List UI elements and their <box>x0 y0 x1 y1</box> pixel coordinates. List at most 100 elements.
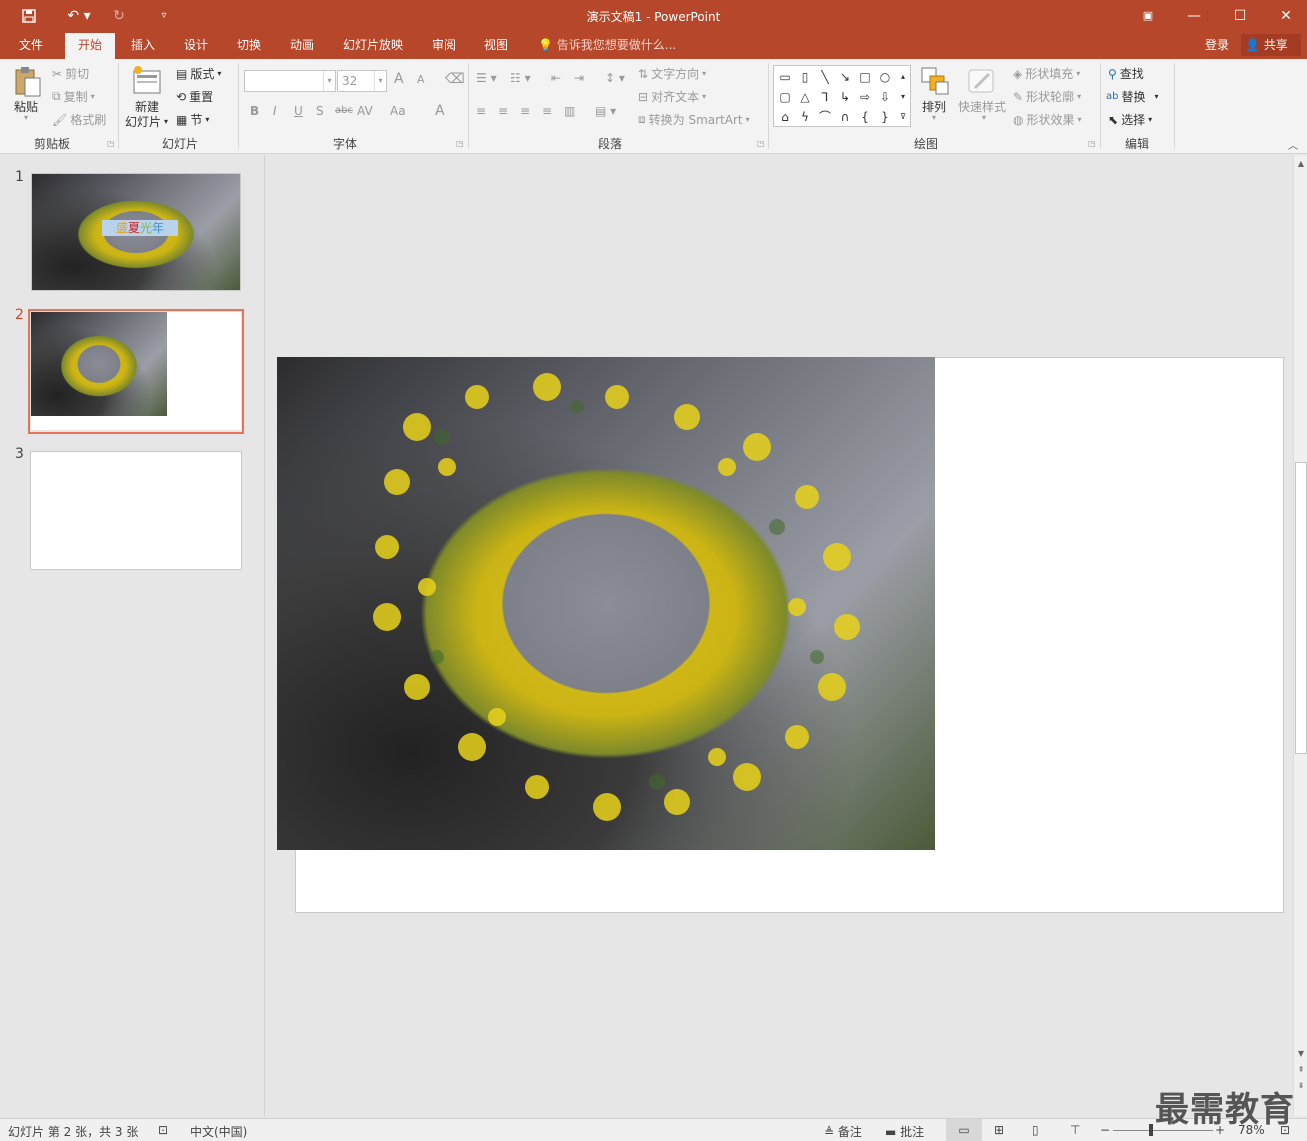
bold-button[interactable]: B <box>250 104 259 118</box>
reset-button[interactable]: ⟲ 重置 <box>176 88 213 105</box>
clipboard-launcher-icon[interactable]: ◳ <box>107 139 115 148</box>
numbering-icon[interactable]: ☷ ▾ <box>510 71 531 85</box>
slide-thumbnail-1[interactable]: 盛夏光年 <box>31 173 241 291</box>
reading-view-icon[interactable]: ▯ <box>1032 1123 1039 1137</box>
find-button[interactable]: ⚲ 查找 <box>1108 65 1144 82</box>
tab-review[interactable]: 审阅 <box>422 31 466 59</box>
increase-indent-icon[interactable]: ⇥ <box>574 71 584 85</box>
shapes-gallery[interactable]: ▭ ▯ ╲ ↘ □ ○ ▢ △ ⅂ ↳ ⇨ ⇩ ⌂ ϟ ⌒ ∩ { } ▴ ▾ … <box>773 65 911 127</box>
right-brace-shape-icon[interactable]: } <box>876 108 894 126</box>
rounded-rectangle-shape-icon[interactable]: ▢ <box>776 88 794 106</box>
chevron-down-icon[interactable]: ▾ <box>374 71 386 91</box>
tab-animations[interactable]: 动画 <box>280 31 324 59</box>
new-slide-icon[interactable] <box>132 65 162 97</box>
quick-styles-dropdown-icon[interactable]: ▾ <box>982 113 986 122</box>
cut-button[interactable]: ✂ 剪切 <box>52 65 89 82</box>
align-right-icon[interactable]: ≡ <box>520 104 530 118</box>
format-painter-button[interactable]: 🖌 格式刷 <box>52 111 106 128</box>
zoom-slider-knob[interactable] <box>1149 1124 1153 1136</box>
slide-image[interactable] <box>277 357 935 850</box>
normal-view-icon[interactable]: ▭ <box>946 1119 982 1141</box>
underline-button[interactable]: U <box>294 104 303 118</box>
triangle-shape-icon[interactable]: △ <box>796 88 814 106</box>
drawing-launcher-icon[interactable]: ◳ <box>1088 139 1096 148</box>
shape-outline-button[interactable]: ✎ 形状轮廓 ▾ <box>1013 88 1081 105</box>
layout-button[interactable]: ▤ 版式 ▾ <box>176 65 221 82</box>
scroll-down-icon[interactable]: ▼ <box>1294 1047 1307 1061</box>
italic-button[interactable]: I <box>273 104 277 118</box>
vertical-scrollbar[interactable]: ▲ ▼ ⇞ ⇟ <box>1293 155 1307 1116</box>
elbow-connector-shape-icon[interactable]: ⅂ <box>816 88 834 106</box>
shape-fill-button[interactable]: ◈ 形状填充 ▾ <box>1013 65 1080 82</box>
tell-me-search[interactable]: 💡 告诉我您想要做什么... <box>538 31 676 59</box>
bullets-icon[interactable]: ☰ ▾ <box>476 71 497 85</box>
align-center-icon[interactable]: ≡ <box>498 104 508 118</box>
line-shape-icon[interactable]: ╲ <box>816 68 834 86</box>
columns-icon[interactable]: ▤ ▾ <box>595 104 616 118</box>
freeform-shape-icon[interactable]: ⌂ <box>776 108 794 126</box>
replace-button[interactable]: ab 替换 ▾ <box>1106 88 1159 105</box>
arrange-icon[interactable] <box>920 66 950 98</box>
slide-thumbnail-3[interactable] <box>30 451 242 570</box>
scribble-shape-icon[interactable]: ϟ <box>796 108 814 126</box>
vertical-textbox-shape-icon[interactable]: ▯ <box>796 68 814 86</box>
shadow-button[interactable]: S <box>316 104 324 118</box>
gallery-more-icon[interactable]: ⊽ <box>896 108 910 126</box>
share-button[interactable]: 👤 共享 <box>1241 34 1301 56</box>
elbow-arrow-shape-icon[interactable]: ↳ <box>836 88 854 106</box>
font-size-combo[interactable]: 32 ▾ <box>337 70 387 92</box>
tab-view[interactable]: 视图 <box>474 31 518 59</box>
oval-shape-icon[interactable]: ○ <box>876 68 894 86</box>
tab-file[interactable]: 文件 <box>8 31 54 59</box>
tab-transitions[interactable]: 切换 <box>227 31 271 59</box>
comments-button[interactable]: ▬ 批注 <box>885 1123 924 1140</box>
language-status[interactable]: 中文(中国) <box>190 1123 247 1140</box>
gallery-up-icon[interactable]: ▴ <box>896 68 910 86</box>
rectangle-shape-icon[interactable]: □ <box>856 68 874 86</box>
smartart-button[interactable]: ⧈ 转换为 SmartArt ▾ <box>638 111 750 128</box>
copy-button[interactable]: ⧉ 复制 ▾ <box>52 88 95 105</box>
section-button[interactable]: ▦ 节 ▾ <box>176 111 209 128</box>
scrollbar-thumb[interactable] <box>1295 462 1307 754</box>
line-spacing-icon[interactable]: ↕ ▾ <box>605 71 625 85</box>
justify-icon[interactable]: ≡ <box>542 104 552 118</box>
strikethrough-button[interactable]: abc <box>335 105 353 116</box>
tab-home[interactable]: 开始 <box>65 33 115 59</box>
change-case-button[interactable]: Aa <box>390 104 406 118</box>
maximize-icon[interactable]: ☐ <box>1217 0 1263 31</box>
tab-slideshow[interactable]: 幻灯片放映 <box>335 31 411 59</box>
arrange-dropdown-icon[interactable]: ▾ <box>932 113 936 122</box>
font-launcher-icon[interactable]: ◳ <box>456 139 464 148</box>
slide-sorter-icon[interactable]: ⊞ <box>994 1123 1004 1137</box>
notes-button[interactable]: ≜ 备注 <box>824 1123 862 1140</box>
scroll-up-icon[interactable]: ▲ <box>1294 157 1307 171</box>
slideshow-view-icon[interactable]: ⊤ <box>1070 1123 1080 1137</box>
paste-icon[interactable] <box>13 66 43 98</box>
paste-dropdown-icon[interactable]: ▾ <box>24 113 28 122</box>
slide-thumbnail-2[interactable] <box>31 312 241 430</box>
previous-slide-icon[interactable]: ⇞ <box>1294 1063 1307 1077</box>
text-direction-button[interactable]: ⇅ 文字方向 ▾ <box>638 65 706 82</box>
align-left-icon[interactable]: ≡ <box>476 104 486 118</box>
down-arrow-shape-icon[interactable]: ⇩ <box>876 88 894 106</box>
arrow-line-shape-icon[interactable]: ↘ <box>836 68 854 86</box>
align-text-button[interactable]: ⊟ 对齐文本 ▾ <box>638 88 706 105</box>
font-name-combo[interactable]: ▾ <box>244 70 336 92</box>
login-link[interactable]: 登录 <box>1205 31 1229 59</box>
clear-format-icon[interactable]: ⌫ <box>445 71 465 87</box>
curve-shape-icon[interactable]: ∩ <box>836 108 854 126</box>
select-button[interactable]: ⬉ 选择 ▾ <box>1108 111 1152 128</box>
gallery-down-icon[interactable]: ▾ <box>896 88 910 106</box>
arc-shape-icon[interactable]: ⌒ <box>816 108 834 126</box>
paragraph-launcher-icon[interactable]: ◳ <box>757 139 765 148</box>
chevron-down-icon[interactable]: ▾ <box>323 71 335 91</box>
quick-styles-icon[interactable] <box>967 66 997 98</box>
tab-design[interactable]: 设计 <box>174 31 218 59</box>
ribbon-display-icon[interactable]: ▣ <box>1125 0 1171 31</box>
new-slide-dropdown[interactable]: 幻灯片 ▾ <box>125 113 168 130</box>
right-arrow-shape-icon[interactable]: ⇨ <box>856 88 874 106</box>
tab-insert[interactable]: 插入 <box>121 31 165 59</box>
shape-effects-button[interactable]: ◍ 形状效果 ▾ <box>1013 111 1082 128</box>
distributed-icon[interactable]: ▥ <box>564 104 575 118</box>
left-brace-shape-icon[interactable]: { <box>856 108 874 126</box>
